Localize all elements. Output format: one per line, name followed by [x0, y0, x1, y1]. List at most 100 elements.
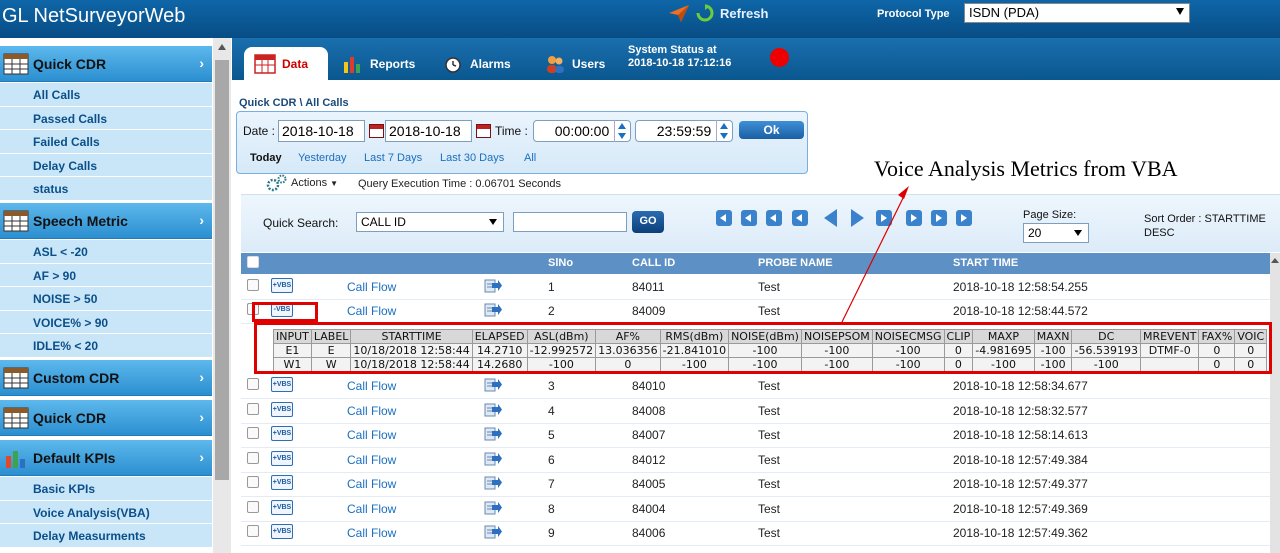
vbs-toggle-button[interactable]: +VBS	[271, 377, 293, 392]
sidebar-section-default-kpis[interactable]: Default KPIs ›	[0, 440, 212, 476]
table-row[interactable]: -VBS Call Flow 2 84009 Test 2018-10-18 12:58:…	[241, 299, 1270, 324]
call-flow-link[interactable]: Call Flow	[347, 379, 396, 393]
row-checkbox[interactable]	[247, 403, 259, 415]
table-row[interactable]: +VBS Call Flow 8 84004 Test 2018-10-18 12:57:…	[241, 497, 1270, 522]
sidebar-section-quick-cdr[interactable]: Quick CDR ›	[0, 400, 212, 436]
vbs-toggle-button[interactable]: +VBS	[271, 278, 293, 293]
export-arrow-icon[interactable]	[484, 450, 502, 467]
sidebar-item[interactable]: IDLE% < 20	[0, 334, 212, 358]
tab-users[interactable]: Users	[534, 47, 615, 80]
spin-up-icon[interactable]	[720, 123, 728, 129]
sidebar-item[interactable]: All Calls	[0, 83, 212, 107]
sidebar-item[interactable]: Delay Calls	[0, 153, 212, 178]
select-all-checkbox[interactable]	[247, 256, 259, 268]
go-button[interactable]: GO	[632, 211, 664, 233]
date-from-input[interactable]: 2018-10-18	[278, 120, 365, 142]
export-arrow-icon[interactable]	[484, 277, 502, 294]
export-arrow-icon[interactable]	[484, 376, 502, 393]
sidebar-item[interactable]: Failed Calls	[0, 130, 212, 154]
sidebar-item[interactable]: status	[0, 177, 212, 201]
search-field-select[interactable]: CALL ID	[356, 212, 504, 232]
table-row[interactable]: +VBS Call Flow 5 84007 Test 2018-10-18 12:58:…	[241, 423, 1270, 448]
sidebar-scrollbar[interactable]	[213, 38, 231, 553]
last-page-icon[interactable]	[956, 210, 972, 226]
export-arrow-icon[interactable]	[484, 499, 502, 516]
row-checkbox[interactable]	[247, 501, 259, 513]
sidebar-item[interactable]: Passed Calls	[0, 106, 212, 131]
range-yesterday[interactable]: Yesterday	[298, 152, 347, 164]
date-to-input[interactable]: 2018-10-18	[385, 120, 472, 142]
export-arrow-icon[interactable]	[484, 401, 502, 418]
row-checkbox[interactable]	[247, 279, 259, 291]
table-row[interactable]: +VBS Call Flow 4 84008 Test 2018-10-18 12:58:…	[241, 399, 1270, 424]
table-scrollbar[interactable]	[1270, 253, 1280, 553]
call-flow-link[interactable]: Call Flow	[347, 280, 396, 294]
next-10-icon[interactable]	[931, 210, 947, 226]
column-header-slno[interactable]: SlNo	[548, 257, 573, 269]
call-flow-link[interactable]: Call Flow	[347, 404, 396, 418]
vbs-toggle-button[interactable]: +VBS	[271, 402, 293, 417]
actions-menu[interactable]: Actions ▼	[266, 174, 338, 192]
vbs-toggle-button[interactable]: +VBS	[271, 475, 293, 490]
call-flow-link[interactable]: Call Flow	[347, 304, 396, 318]
ok-button[interactable]: Ok	[739, 121, 804, 139]
tab-data[interactable]: Data	[244, 47, 328, 80]
scroll-up-icon[interactable]	[218, 44, 226, 50]
sidebar-section-custom-cdr[interactable]: Custom CDR ›	[0, 360, 212, 396]
spin-up-icon[interactable]	[618, 123, 626, 129]
tab-alarms[interactable]: Alarms	[432, 47, 521, 80]
protocol-type-select[interactable]: ISDN (PDA)	[964, 3, 1190, 23]
range-all[interactable]: All	[524, 152, 536, 164]
table-row[interactable]: +VBS Call Flow 1 84011 Test 2018-10-18 12:58:…	[241, 275, 1270, 300]
call-flow-link[interactable]: Call Flow	[347, 477, 396, 491]
sidebar-item[interactable]: AF > 90	[0, 263, 212, 288]
table-row[interactable]: +VBS Call Flow 3 84010 Test 2018-10-18 12:58:…	[241, 374, 1270, 399]
call-flow-link[interactable]: Call Flow	[347, 428, 396, 442]
sidebar-item[interactable]: NOISE > 50	[0, 287, 212, 311]
call-flow-link[interactable]: Call Flow	[347, 502, 396, 516]
time-to-spinner[interactable]	[716, 120, 730, 142]
call-flow-link[interactable]: Call Flow	[347, 453, 396, 467]
row-checkbox[interactable]	[247, 378, 259, 390]
tab-reports[interactable]: Reports	[332, 47, 425, 80]
sidebar-item[interactable]: Voice Analysis(VBA)	[0, 500, 212, 525]
search-input[interactable]	[513, 212, 627, 232]
first-page-icon[interactable]	[716, 210, 732, 226]
export-arrow-icon[interactable]	[484, 523, 502, 540]
export-arrow-icon[interactable]	[484, 301, 502, 318]
sidebar-item[interactable]: ASL < -20	[0, 240, 212, 264]
page-size-select[interactable]: 20	[1023, 223, 1089, 243]
table-row[interactable]: +VBS Call Flow 9 84006 Test 2018-10-18 12:57:…	[241, 521, 1270, 546]
vbs-toggle-button[interactable]: +VBS	[271, 426, 293, 441]
spin-down-icon[interactable]	[618, 133, 626, 139]
sidebar-section-speech-metric[interactable]: Speech Metric ›	[0, 203, 212, 239]
export-arrow-icon[interactable]	[484, 425, 502, 442]
range-last-7-days[interactable]: Last 7 Days	[364, 152, 422, 164]
prev-page-icon[interactable]	[824, 209, 837, 227]
next-page-icon[interactable]	[851, 209, 864, 227]
scroll-up-icon[interactable]	[1271, 258, 1279, 263]
column-header-probe-name[interactable]: PROBE NAME	[758, 257, 833, 269]
scrollbar-thumb[interactable]	[215, 60, 229, 480]
column-header-start-time[interactable]: START TIME	[953, 257, 1018, 269]
prev-2-icon[interactable]	[792, 210, 808, 226]
column-header-call-id[interactable]: CALL ID	[632, 257, 675, 269]
vbs-toggle-button[interactable]: +VBS	[271, 524, 293, 539]
prev-5-icon[interactable]	[766, 210, 782, 226]
range-last-30-days[interactable]: Last 30 Days	[440, 152, 504, 164]
table-row[interactable]: +VBS Call Flow 6 84012 Test 2018-10-18 12:57:…	[241, 448, 1270, 473]
time-from-spinner[interactable]	[614, 120, 628, 142]
row-checkbox[interactable]	[247, 427, 259, 439]
next-2-icon[interactable]	[876, 210, 892, 226]
calendar-icon[interactable]	[369, 124, 384, 138]
sidebar-item[interactable]: Basic KPIs	[0, 477, 212, 501]
row-checkbox[interactable]	[247, 476, 259, 488]
sidebar-section-quick-cdr[interactable]: Quick CDR ›	[0, 46, 212, 82]
prev-10-icon[interactable]	[741, 210, 757, 226]
range-today[interactable]: Today	[250, 152, 282, 164]
call-flow-link[interactable]: Call Flow	[347, 526, 396, 540]
vbs-toggle-button[interactable]: +VBS	[271, 451, 293, 466]
vbs-toggle-button[interactable]: +VBS	[271, 500, 293, 515]
next-5-icon[interactable]	[906, 210, 922, 226]
refresh-button[interactable]: Refresh	[668, 3, 768, 23]
